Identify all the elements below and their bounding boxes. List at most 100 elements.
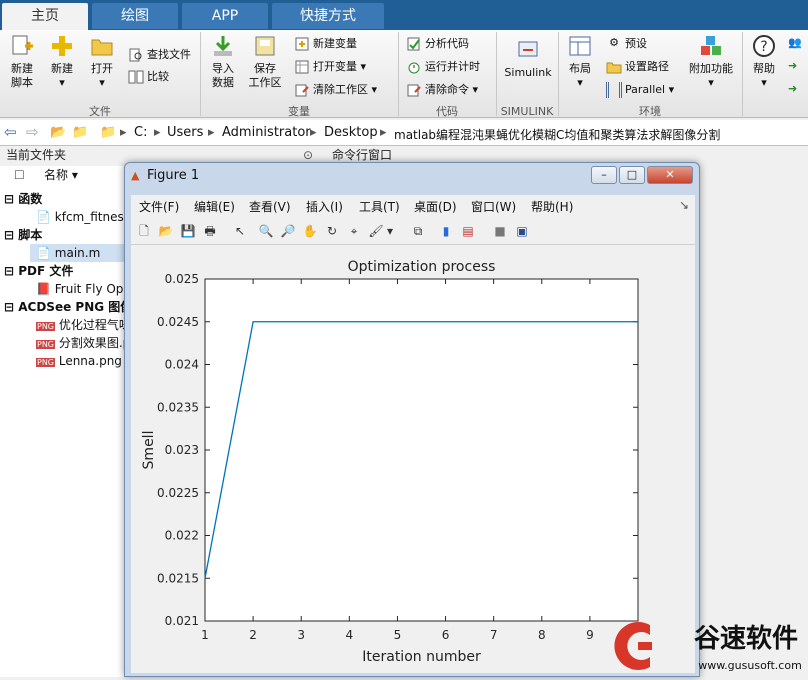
- up-folder-icon[interactable]: 📂: [50, 125, 66, 140]
- add-ons-button[interactable]: 附加功能 ▾: [686, 34, 736, 90]
- folder-path-icon: [606, 62, 622, 74]
- clear-commands-button[interactable]: 清除命令 ▾: [406, 82, 478, 98]
- group-png[interactable]: ⊟ ACDSee PNG 图像: [4, 298, 132, 316]
- panel-menu-icon[interactable]: ⊙: [303, 147, 313, 163]
- simulink-icon: [518, 41, 538, 57]
- chevron-down-icon: ▾: [668, 83, 675, 96]
- open-button[interactable]: 打开 ▾: [84, 34, 120, 90]
- file-item[interactable]: 📕 Fruit Fly Op: [36, 280, 123, 298]
- parallel-button[interactable]: Parallel ▾: [606, 82, 674, 98]
- file-item[interactable]: PNG 分割效果图.p: [36, 334, 130, 352]
- print-icon[interactable]: 🖶: [201, 222, 219, 240]
- figure-window: ▲ Figure 1 – □ ✕ 文件(F) 编辑(E) 查看(V) 插入(I)…: [124, 162, 700, 677]
- chevron-down-icon: ▾: [59, 76, 65, 89]
- clear-commands-icon: [407, 84, 421, 97]
- y-tick-label: 0.024: [165, 358, 199, 372]
- chevron-down-icon: ▾: [360, 60, 367, 73]
- new-button[interactable]: 新建 ▾: [44, 34, 80, 90]
- breadcrumb-desktop[interactable]: Desktop: [324, 125, 378, 140]
- forward-arrow-icon[interactable]: ⇨: [26, 123, 39, 141]
- menu-insert[interactable]: 插入(I): [306, 198, 343, 215]
- back-arrow-icon[interactable]: ⇦: [4, 123, 17, 141]
- analyze-code-button[interactable]: 分析代码: [406, 36, 469, 52]
- tab-shortcuts[interactable]: 快捷方式: [272, 3, 384, 29]
- line-chart[interactable]: 1 2 3 4 5 6 7 8 9 0.021 0.0215 0.022 0.0225 0.023 0.02…: [131, 245, 695, 673]
- run-and-time-icon: [408, 62, 420, 74]
- group-pdf[interactable]: ⊟ PDF 文件: [4, 262, 73, 280]
- preferences-button[interactable]: ⚙ 预设: [606, 36, 647, 52]
- compare-button[interactable]: 比较: [128, 69, 169, 85]
- brush-icon[interactable]: 🖌: [367, 222, 385, 240]
- root-folder-icon[interactable]: 📁: [100, 125, 116, 140]
- save-workspace-icon: [255, 36, 275, 56]
- save-workspace-button[interactable]: 保存 工作区: [244, 34, 286, 90]
- new-variable-button[interactable]: 新建变量: [294, 36, 357, 52]
- breadcrumb-c[interactable]: C:: [134, 125, 147, 140]
- x-tick-label: 2: [249, 628, 257, 642]
- current-folder-header: 当前文件夹: [6, 148, 67, 162]
- menu-edit[interactable]: 编辑(E): [194, 198, 235, 215]
- colorbar-icon[interactable]: ▮: [437, 222, 455, 240]
- pan-icon[interactable]: ✋: [301, 222, 319, 240]
- breadcrumb-project-folder[interactable]: matlab编程混沌果蝇优化模糊C均值和聚类算法求解图像分割: [394, 126, 720, 143]
- chevron-down-icon: ▾: [99, 76, 105, 89]
- run-and-time-button[interactable]: 运行并计时: [406, 59, 480, 75]
- menu-view[interactable]: 查看(V): [249, 198, 291, 215]
- new-script-button[interactable]: 新建 脚本: [4, 34, 40, 90]
- file-item[interactable]: PNG Lenna.png: [36, 352, 122, 370]
- minimize-button[interactable]: –: [591, 166, 617, 184]
- open-variable-button[interactable]: 打开变量 ▾: [294, 59, 366, 75]
- column-header-name[interactable]: 名称 ▾: [44, 166, 78, 184]
- zoom-out-icon[interactable]: 🔎: [279, 222, 297, 240]
- new-figure-icon[interactable]: 🗋: [135, 222, 153, 240]
- close-button[interactable]: ✕: [647, 166, 693, 184]
- tab-home[interactable]: 主页: [2, 3, 88, 31]
- rotate-3d-icon[interactable]: ↻: [323, 222, 341, 240]
- address-bar: ⇦ ⇨ 📂 📁 📁 ▸ C: ▸ Users ▸ Administrator ▸…: [0, 120, 808, 146]
- save-icon[interactable]: 💾: [179, 222, 197, 240]
- legend-icon[interactable]: ▤: [459, 222, 477, 240]
- dock-arrow-icon[interactable]: ↘: [679, 198, 689, 212]
- help-button[interactable]: ? 帮助 ▾: [746, 34, 782, 90]
- group-functions[interactable]: ⊟ 函数: [4, 190, 42, 208]
- hide-plot-tools-icon[interactable]: ■: [491, 222, 509, 240]
- file-item-selected[interactable]: 📄 main.m: [30, 244, 128, 262]
- parallel-icon: [606, 82, 622, 98]
- show-plot-tools-icon[interactable]: ▣: [513, 222, 531, 240]
- tab-plots[interactable]: 绘图: [92, 3, 178, 29]
- zoom-in-icon[interactable]: 🔍: [257, 222, 275, 240]
- request-support-icon[interactable]: ➜: [788, 59, 797, 73]
- file-item[interactable]: PNG 优化过程气味: [36, 316, 131, 334]
- group-scripts[interactable]: ⊟ 脚本: [4, 226, 42, 244]
- learn-matlab-icon[interactable]: ➜: [788, 82, 797, 96]
- simulink-button[interactable]: Simulink: [500, 38, 556, 80]
- layout-button[interactable]: 布局 ▾: [562, 34, 598, 90]
- tab-apps[interactable]: APP: [182, 3, 268, 29]
- browse-folder-icon[interactable]: 📁: [72, 125, 88, 140]
- breadcrumb-users[interactable]: Users: [167, 125, 203, 140]
- section-divider: [496, 32, 497, 116]
- clear-workspace-button[interactable]: 清除工作区 ▾: [294, 82, 377, 98]
- chevron-down-icon: ▾: [472, 83, 479, 96]
- menu-tools[interactable]: 工具(T): [359, 198, 400, 215]
- chevron-down-icon[interactable]: ▾: [385, 222, 395, 240]
- folder-icon: [91, 39, 113, 56]
- import-data-button[interactable]: 导入 数据: [206, 34, 240, 90]
- community-icon[interactable]: 👥: [788, 36, 802, 50]
- menu-help[interactable]: 帮助(H): [531, 198, 573, 215]
- file-item[interactable]: 📄 kfcm_fitness: [36, 208, 130, 226]
- open-file-icon[interactable]: 📂: [157, 222, 175, 240]
- maximize-button[interactable]: □: [619, 166, 645, 184]
- pointer-icon[interactable]: ↖: [231, 222, 249, 240]
- breadcrumb-administrator[interactable]: Administrator: [222, 125, 311, 140]
- menu-file[interactable]: 文件(F): [139, 198, 179, 215]
- x-tick-label: 6: [442, 628, 450, 642]
- breadcrumb-separator-icon: ▸: [208, 125, 215, 140]
- find-files-button[interactable]: 查找文件: [128, 47, 191, 63]
- menu-desktop[interactable]: 桌面(D): [414, 198, 457, 215]
- set-path-button[interactable]: 设置路径: [606, 59, 669, 75]
- menu-window[interactable]: 窗口(W): [471, 198, 516, 215]
- column-header-checkbox[interactable]: ☐: [14, 166, 25, 184]
- link-plot-icon[interactable]: ⧉: [409, 222, 427, 240]
- data-cursor-icon[interactable]: ⌖: [345, 222, 363, 240]
